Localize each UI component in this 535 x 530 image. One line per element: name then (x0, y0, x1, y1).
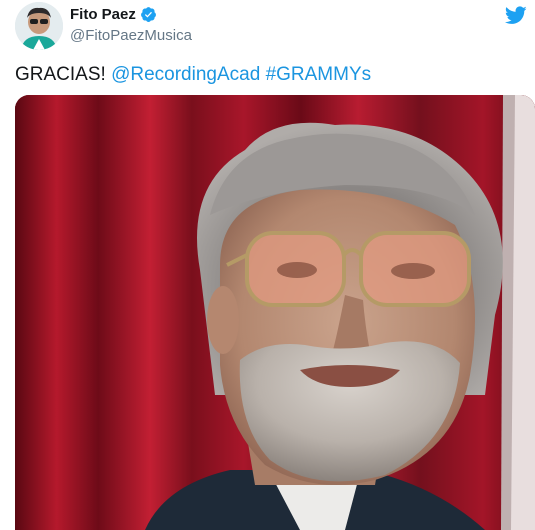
tweet-media[interactable] (15, 95, 535, 530)
display-name[interactable]: Fito Paez (70, 6, 136, 23)
tweet-card: Fito Paez @FitoPaezMusica GRACIAS! @Reco… (0, 0, 535, 530)
media-photo (15, 95, 535, 530)
hashtag-link[interactable]: #GRAMMYs (266, 64, 372, 85)
avatar-image (15, 2, 63, 50)
mention-link[interactable]: @RecordingAcad (111, 64, 260, 85)
author-name-row: Fito Paez (70, 6, 157, 23)
verified-badge-icon (140, 7, 156, 22)
tweet-text: GRACIAS! @RecordingAcad #GRAMMYs (15, 63, 371, 87)
avatar[interactable] (15, 2, 63, 50)
tweet-text-prefix: GRACIAS! (15, 64, 112, 85)
author-handle[interactable]: @FitoPaezMusica (70, 27, 192, 44)
twitter-bird-icon[interactable] (505, 6, 527, 25)
